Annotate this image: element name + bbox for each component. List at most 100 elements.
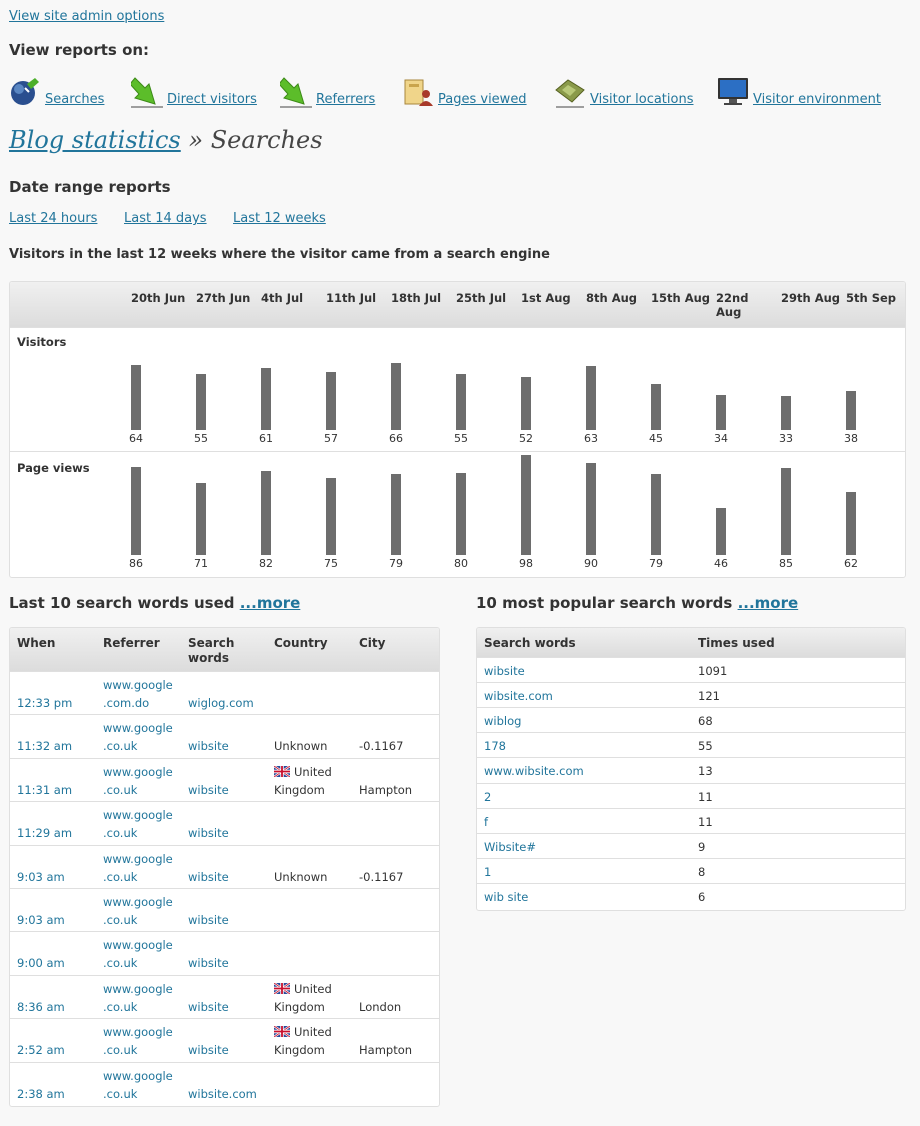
- nav-referrers[interactable]: Referrers: [278, 74, 375, 108]
- country-name: United: [294, 1025, 332, 1040]
- referrer-cell[interactable]: .co.uk: [103, 998, 137, 1016]
- last-24-hours-link[interactable]: Last 24 hours: [9, 211, 97, 226]
- map-icon: [554, 76, 586, 108]
- search-words-cell[interactable]: wiglog.com: [188, 694, 254, 712]
- referrer-cell[interactable]: .com.do: [103, 694, 149, 712]
- data-label: 80: [454, 557, 468, 570]
- nav-direct-visitors[interactable]: Direct visitors: [129, 74, 257, 108]
- when-cell[interactable]: 2:38 am: [17, 1085, 65, 1103]
- referrer-cell[interactable]: .co.uk: [103, 781, 137, 799]
- search-word-cell[interactable]: wibsite: [484, 662, 525, 680]
- city-cell: Hampton: [359, 782, 413, 797]
- last-searches-more-link[interactable]: ...more: [240, 594, 301, 612]
- data-label: 90: [584, 557, 598, 570]
- search-word-cell[interactable]: www.wibsite.com: [484, 762, 584, 780]
- search-words-cell[interactable]: wibsite: [188, 737, 229, 755]
- popular-searches-more-link[interactable]: ...more: [738, 594, 799, 612]
- when-cell[interactable]: 11:29 am: [17, 824, 72, 842]
- green-arrow-icon: [278, 76, 312, 108]
- referrer-cell[interactable]: .co.uk: [103, 1041, 137, 1059]
- search-word-cell[interactable]: wiblog: [484, 712, 521, 730]
- when-cell[interactable]: 9:00 am: [17, 954, 65, 972]
- bar: [846, 492, 856, 555]
- bar: [456, 473, 466, 555]
- when-cell[interactable]: 2:52 am: [17, 1041, 65, 1059]
- search-word-cell[interactable]: wibsite.com: [484, 687, 553, 705]
- times-used-cell: 1091: [698, 664, 728, 678]
- last-12-weeks-link[interactable]: Last 12 weeks: [233, 211, 326, 226]
- city-cell: -0.1167: [359, 869, 404, 884]
- search-words-cell[interactable]: wibsite: [188, 954, 229, 972]
- search-word-cell[interactable]: wib site: [484, 888, 528, 906]
- column-header: Search words: [188, 636, 235, 665]
- nav-pages-viewed[interactable]: Pages viewed: [402, 74, 527, 108]
- referrer-cell[interactable]: www.google: [103, 719, 173, 737]
- when-cell[interactable]: 11:32 am: [17, 737, 72, 755]
- referrer-cell[interactable]: www.google: [103, 936, 173, 954]
- bar: [586, 463, 596, 555]
- referrer-cell[interactable]: www.google: [103, 980, 173, 998]
- times-used-cell: 11: [698, 814, 713, 829]
- x-tick-label: 5th Sep: [846, 291, 897, 305]
- blog-statistics-link[interactable]: Blog statistics: [9, 126, 181, 154]
- search-words-cell[interactable]: wibsite: [188, 998, 229, 1016]
- last-14-days-link[interactable]: Last 14 days: [124, 211, 207, 226]
- row-divider: [477, 882, 905, 884]
- referrer-cell[interactable]: www.google: [103, 850, 173, 868]
- referrer-cell[interactable]: .co.uk: [103, 954, 137, 972]
- column-header: Referrer: [103, 636, 160, 650]
- row-divider: [10, 931, 439, 933]
- times-used-cell: 11: [698, 789, 713, 804]
- when-cell[interactable]: 9:03 am: [17, 868, 65, 886]
- search-words-cell[interactable]: wibsite: [188, 1041, 229, 1059]
- row-divider: [10, 844, 439, 846]
- nav-searches[interactable]: Searches: [9, 74, 104, 108]
- referrer-cell[interactable]: .co.uk: [103, 737, 137, 755]
- search-word-cell[interactable]: 178: [484, 737, 506, 755]
- referrer-cell[interactable]: www.google: [103, 893, 173, 911]
- bar: [261, 368, 271, 430]
- referrer-cell[interactable]: .co.uk: [103, 911, 137, 929]
- view-site-admin-link[interactable]: View site admin options: [9, 9, 164, 24]
- data-label: 62: [844, 557, 858, 570]
- bar: [391, 363, 401, 430]
- referrer-cell[interactable]: www.google: [103, 763, 173, 781]
- search-words-cell[interactable]: wibsite: [188, 868, 229, 886]
- data-label: 33: [779, 432, 793, 445]
- search-words-cell[interactable]: wibsite.com: [188, 1085, 257, 1103]
- search-words-cell[interactable]: wibsite: [188, 911, 229, 929]
- country-name: United: [294, 764, 332, 779]
- when-cell[interactable]: 11:31 am: [17, 781, 72, 799]
- search-word-cell[interactable]: Wibsite#: [484, 838, 536, 856]
- row-divider: [10, 1061, 439, 1063]
- nav-label: Visitor environment: [753, 92, 881, 107]
- row-divider: [10, 757, 439, 759]
- nav-visitor-environment[interactable]: Visitor environment: [717, 74, 881, 108]
- column-header: Search words: [484, 636, 576, 650]
- search-word-cell[interactable]: f: [484, 813, 488, 831]
- globe-search-icon: [9, 76, 41, 108]
- x-tick-label: 25th Jul: [456, 291, 507, 305]
- bar: [261, 471, 271, 555]
- data-label: 98: [519, 557, 533, 570]
- referrer-cell[interactable]: www.google: [103, 1067, 173, 1085]
- x-tick-label: 18th Jul: [391, 291, 442, 305]
- search-words-cell[interactable]: wibsite: [188, 824, 229, 842]
- nav-visitor-locations[interactable]: Visitor locations: [554, 74, 694, 108]
- search-word-cell[interactable]: 2: [484, 788, 491, 806]
- uk-flag-icon: [274, 765, 290, 777]
- search-word-cell[interactable]: 1: [484, 863, 491, 881]
- when-cell[interactable]: 8:36 am: [17, 998, 65, 1016]
- referrer-cell[interactable]: www.google: [103, 806, 173, 824]
- search-words-cell[interactable]: wibsite: [188, 781, 229, 799]
- when-cell[interactable]: 12:33 pm: [17, 694, 72, 712]
- referrer-cell[interactable]: .co.uk: [103, 868, 137, 886]
- nav-label: Searches: [45, 92, 105, 107]
- referrer-cell[interactable]: .co.uk: [103, 824, 137, 842]
- referrer-cell[interactable]: www.google: [103, 1023, 173, 1041]
- referrer-cell[interactable]: .co.uk: [103, 1085, 137, 1103]
- data-label: 46: [714, 557, 728, 570]
- referrer-cell[interactable]: www.google: [103, 676, 173, 694]
- when-cell[interactable]: 9:03 am: [17, 911, 65, 929]
- country-cell: United: [274, 1023, 332, 1041]
